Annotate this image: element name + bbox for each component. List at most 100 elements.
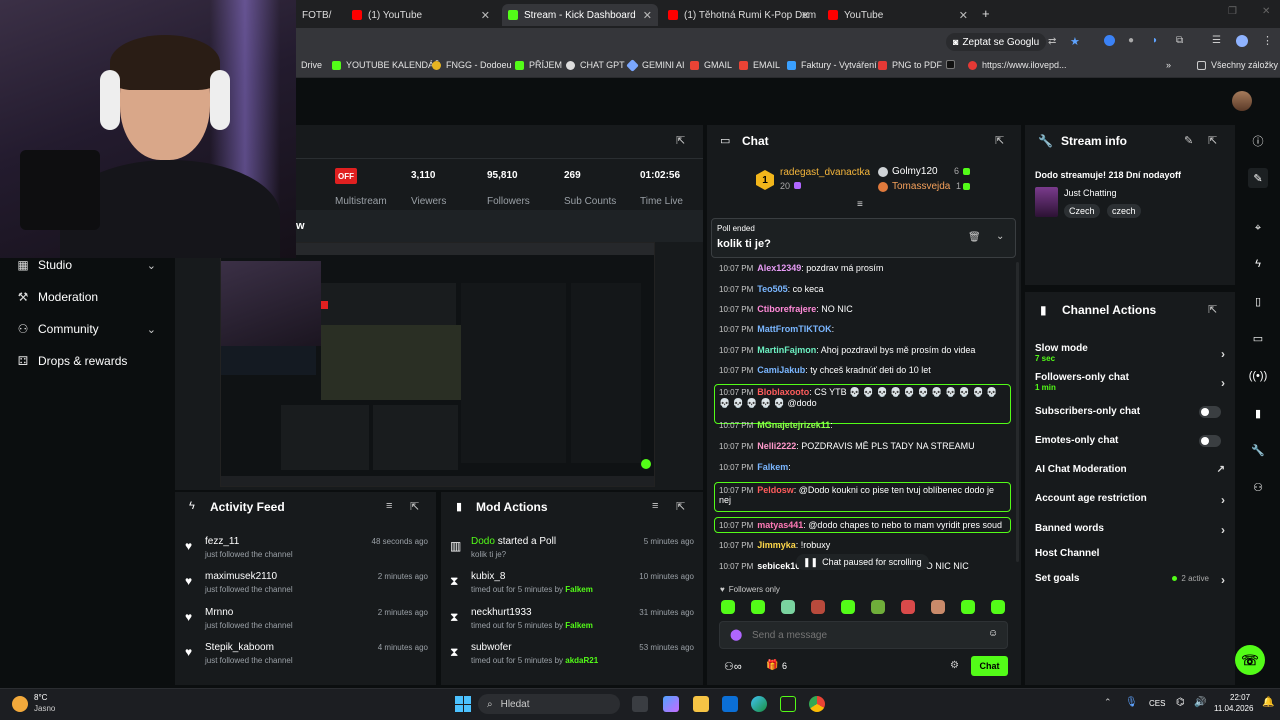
follower-name[interactable]: Mrnno [205, 607, 233, 618]
filter-icon[interactable]: ≡ [386, 500, 392, 512]
emote-icon[interactable] [871, 600, 885, 614]
notification-bell-icon[interactable]: 🔔 [1262, 697, 1274, 708]
category-name[interactable]: Just Chatting [1064, 188, 1117, 198]
follower-name[interactable]: maximusek2110 [205, 571, 277, 582]
chat-username[interactable]: MattFromTIKTOK [757, 324, 831, 334]
bookmark-chatgpt[interactable]: CHAT GPT [566, 60, 625, 70]
profile-avatar-icon[interactable] [1236, 35, 1248, 47]
bookmark-ilovepdf[interactable]: https://www.ilovepd... [968, 60, 1067, 70]
chat-username[interactable]: Jimmyka [757, 540, 796, 550]
chat-username[interactable]: matyas441 [757, 520, 803, 530]
browser-menu-icon[interactable]: ⋮ [1262, 34, 1273, 47]
bookmark-prijem[interactable]: PŘÍJEM [515, 60, 562, 70]
user-name[interactable]: subwofer [471, 642, 512, 653]
edge-icon[interactable] [751, 696, 767, 712]
chevron-down-icon[interactable]: ⌄ [996, 231, 1004, 242]
chat-message[interactable]: 10:07 PM Alex12349: pozdrav má prosím [719, 263, 1011, 273]
network-icon[interactable]: ⌬ [1176, 697, 1185, 708]
bookmark-faktury[interactable]: Faktury - Vytváření [787, 60, 877, 70]
chat-username[interactable]: Alex12349 [757, 263, 801, 273]
moderator-name[interactable]: Falkem [565, 585, 593, 594]
popout-icon[interactable]: ⇱ [1208, 303, 1217, 316]
tab-fotb[interactable]: FOTB/ [296, 4, 336, 26]
restore-window-icon[interactable]: ❐ [1228, 6, 1237, 17]
close-tab-icon[interactable]: ✕ [801, 9, 810, 22]
mic-tray-icon[interactable]: 🎙 [1125, 697, 1138, 708]
chat-username[interactable]: MartinFajmon [757, 345, 816, 355]
bookmark-fngg[interactable]: FNGG - Dodoeu [432, 60, 512, 70]
chat-message[interactable]: 10:07 PM Ctiborefrajere: NO NIC [719, 304, 1011, 314]
chat-message[interactable]: 10:07 PM CamiJakub: ty chceš kradnúť deti… [719, 365, 1011, 375]
chat-bubble-icon[interactable]: ▭ [1248, 328, 1268, 348]
subscribers-only-toggle[interactable] [1199, 406, 1221, 418]
sidebar-item-drops[interactable]: ⚃ Drops & rewards [16, 351, 156, 371]
community-icon[interactable]: ⚇ [1248, 477, 1268, 497]
tab-youtube-2[interactable]: YouTube ✕ [822, 4, 974, 26]
chat-message[interactable]: 10:07 PM Bloblaxooto: CS YTB 💀 💀 💀 💀 💀 💀 … [714, 384, 1011, 424]
user-name[interactable]: neckhurt1933 [471, 607, 532, 618]
tab-kpop[interactable]: (1) Těhotná Rumi K-Pop Demon ✕ [662, 4, 816, 26]
bolt-icon[interactable]: ϟ [1248, 254, 1268, 274]
bookmark-star-icon[interactable]: ★ [1070, 35, 1080, 48]
close-tab-icon[interactable]: ✕ [481, 9, 490, 22]
chat-message[interactable]: 10:07 PM Nelli2222: POZDRAVIS MĚ PLS TADY… [719, 441, 1011, 451]
chat-message[interactable]: 10:07 PM MGnajetejrizek11: [719, 420, 1011, 430]
moderator-name[interactable]: Dodo [471, 536, 495, 547]
close-tab-icon[interactable]: ✕ [643, 9, 652, 22]
emoji-picker-icon[interactable]: ☺ [988, 628, 998, 639]
copilot-icon[interactable] [663, 696, 679, 712]
chat-message[interactable]: 10:07 PM Jimmyka: !robuxy [719, 540, 1011, 550]
bookmark-drive[interactable]: Drive [301, 60, 322, 70]
sidebar-item-moderation[interactable]: ⚒ Moderation [16, 287, 156, 307]
bookmark-gemini[interactable]: GEMINI AI [626, 58, 685, 72]
emote-icon[interactable] [901, 600, 915, 614]
chat-username[interactable]: Falkem [757, 462, 788, 472]
wrench-icon[interactable]: 🔧 [1248, 440, 1268, 460]
host-channel-row[interactable]: Host Channel [1035, 548, 1225, 559]
chat-message[interactable]: 10:07 PM MartinFajmon: Ahoj pozdravil bys… [719, 345, 1011, 355]
chat-message[interactable]: 10:07 PM Falkem: [719, 462, 1011, 472]
chat-message-input[interactable] [752, 627, 972, 643]
popout-icon[interactable]: ⇱ [1208, 134, 1217, 147]
moderator-name[interactable]: akdaR21 [565, 656, 598, 665]
extensions-puzzle-icon[interactable]: ⧉ [1176, 35, 1183, 46]
close-window-icon[interactable]: ✕ [1262, 6, 1270, 17]
emote-icon[interactable] [811, 600, 825, 614]
tab-search-icon[interactable]: ☰ [1212, 35, 1221, 46]
account-age-row[interactable]: Account age restriction › [1035, 493, 1225, 507]
clock-time[interactable]: 22:07 [1230, 693, 1250, 702]
emote-icon[interactable] [751, 600, 765, 614]
avatar[interactable] [1232, 91, 1252, 111]
info-icon[interactable]: ⓘ [1248, 131, 1268, 151]
sidebar-item-studio[interactable]: ▦ Studio ⌄ [16, 255, 156, 275]
follower-name[interactable]: Stepik_kaboom [205, 642, 274, 653]
obs-icon[interactable] [780, 696, 796, 712]
extension-icon[interactable]: ● [1128, 35, 1134, 46]
moderator-name[interactable]: Falkem [565, 621, 593, 630]
task-view-icon[interactable] [632, 696, 648, 712]
slow-mode-row[interactable]: Slow mode 7 sec › [1035, 343, 1225, 363]
chat-message[interactable]: 10:07 PM MattFromTIKTOK: [719, 324, 1011, 334]
popout-icon[interactable]: ⇱ [676, 500, 685, 513]
chat-username[interactable]: MGnajetejrizek11 [757, 420, 830, 430]
chat-username[interactable]: Peldosw [757, 485, 794, 495]
extension-icon[interactable]: ◗ [1152, 35, 1158, 46]
extension-icon[interactable] [1104, 35, 1115, 46]
chat-username[interactable]: Bloblaxooto [757, 387, 809, 397]
emotes-only-toggle[interactable] [1199, 435, 1221, 447]
camera-focus-icon[interactable]: ⌖ [1248, 218, 1268, 238]
multistream-label[interactable]: Multistream [335, 196, 387, 207]
emote-icon[interactable] [721, 600, 735, 614]
ai-moderation-row[interactable]: AI Chat Moderation ↗ [1035, 464, 1225, 475]
stream-preview[interactable] [220, 242, 655, 487]
chat-username[interactable]: Ctiborefrajere [757, 304, 816, 314]
taskbar-search[interactable]: ⌕ Hledat [478, 694, 620, 714]
follower-name[interactable]: fezz_11 [205, 536, 239, 547]
bookmark-png-to-pdf[interactable]: PNG to PDF [878, 60, 942, 70]
emote-icon[interactable] [991, 600, 1005, 614]
chat-paused-indicator[interactable]: ❚❚ Chat paused for scrolling [796, 554, 929, 570]
chat-message[interactable]: 10:07 PM matyas441: @dodo chapes to nebo … [714, 517, 1011, 533]
document-icon[interactable]: ▯ [1248, 291, 1268, 311]
gifter-name[interactable]: Tomassvejda [892, 181, 950, 192]
send-chat-button[interactable]: Chat [971, 656, 1008, 676]
